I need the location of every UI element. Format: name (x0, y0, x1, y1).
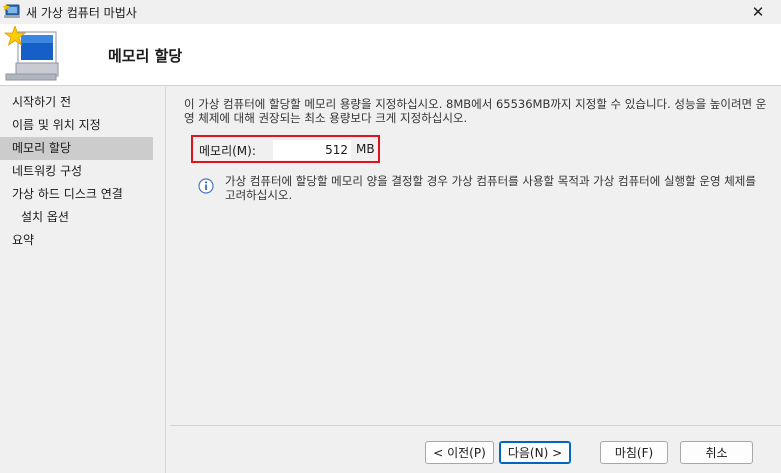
cancel-button[interactable]: 취소 (680, 441, 753, 464)
wizard-header: 메모리 할당 (0, 24, 781, 86)
memory-label: 메모리(M): (199, 144, 256, 158)
footer-divider (170, 425, 781, 426)
close-button[interactable]: ✕ (735, 0, 781, 24)
page-title: 메모리 할당 (108, 47, 183, 65)
wizard-step-nav: 시작하기 전 이름 및 위치 지정 메모리 할당 네트워킹 구성 가상 하드 디… (0, 87, 163, 473)
title-bar: 새 가상 컴퓨터 마법사 ✕ (0, 0, 781, 24)
close-icon: ✕ (751, 3, 765, 21)
nav-item-memory[interactable]: 메모리 할당 (0, 137, 153, 160)
nav-item-before-you-begin[interactable]: 시작하기 전 (0, 91, 153, 114)
nav-item-summary[interactable]: 요약 (0, 229, 153, 252)
finish-button[interactable]: 마침(F) (600, 441, 668, 464)
info-text: 가상 컴퓨터에 할당할 메모리 양을 결정할 경우 가상 컴퓨터를 사용할 목적… (225, 174, 756, 202)
main-content: 이 가상 컴퓨터에 할당할 메모리 용량을 지정하십시오. 8MB에서 6553… (170, 87, 781, 423)
memory-input[interactable] (273, 140, 351, 160)
nav-item-install-options[interactable]: 설치 옵션 (0, 206, 153, 229)
next-button[interactable]: 다음(N) > (499, 441, 571, 464)
memory-description: 이 가상 컴퓨터에 할당할 메모리 용량을 지정하십시오. 8MB에서 6553… (184, 97, 767, 125)
wizard-computer-icon (2, 24, 62, 84)
window-title: 새 가상 컴퓨터 마법사 (26, 6, 137, 20)
memory-field-group: 메모리(M): MB (191, 135, 380, 163)
nav-item-networking[interactable]: 네트워킹 구성 (0, 160, 153, 183)
memory-unit: MB (356, 142, 375, 156)
wizard-app-icon (2, 3, 21, 19)
nav-divider (165, 87, 166, 473)
nav-item-name-location[interactable]: 이름 및 위치 지정 (0, 114, 153, 137)
nav-item-virtual-hard-disk[interactable]: 가상 하드 디스크 연결 (0, 183, 153, 206)
info-icon (198, 178, 214, 194)
previous-button[interactable]: < 이전(P) (425, 441, 494, 464)
